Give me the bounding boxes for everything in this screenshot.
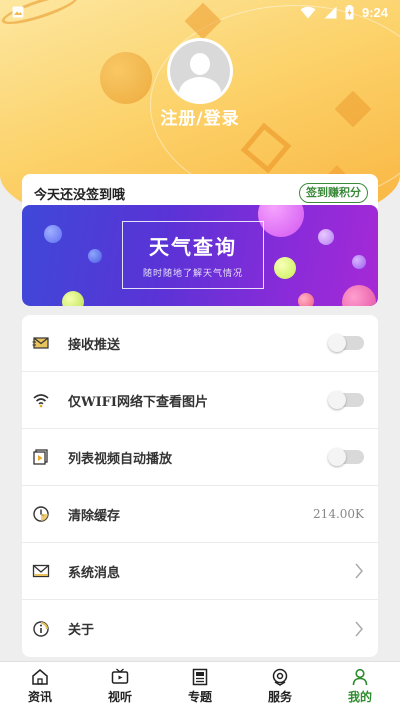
tab-topics[interactable]: 专题 <box>160 662 240 711</box>
tab-news[interactable]: 资讯 <box>0 662 80 711</box>
banner-title: 天气查询 <box>149 235 237 259</box>
wifi-status-icon <box>300 6 316 18</box>
setting-push[interactable]: 接收推送 <box>22 315 378 372</box>
settings-list: 接收推送 仅WIFI网络下查看图片 列表视频自动播放 清除缓存 214.00K … <box>22 315 378 657</box>
clock-icon <box>33 506 49 522</box>
setting-clear-cache[interactable]: 清除缓存 214.00K <box>22 486 378 543</box>
tab-label: 视听 <box>107 690 132 704</box>
tv-icon <box>111 668 129 684</box>
tab-media[interactable]: 视听 <box>80 662 160 711</box>
setting-label: 系统消息 <box>68 565 121 581</box>
setting-wifi-images[interactable]: 仅WIFI网络下查看图片 <box>22 372 378 429</box>
chevron-right-icon <box>355 621 363 636</box>
autoplay-toggle[interactable] <box>328 448 364 466</box>
envelope-icon <box>32 337 49 349</box>
tab-label: 资讯 <box>27 690 52 704</box>
setting-about[interactable]: 关于 <box>22 600 378 657</box>
checkin-button[interactable]: 签到赚积分 <box>299 183 368 203</box>
setting-label: 列表视频自动播放 <box>68 451 173 467</box>
service-icon <box>272 668 288 686</box>
tab-label: 我的 <box>347 690 372 704</box>
image-icon <box>12 6 24 18</box>
status-bar: 9:24 <box>0 0 400 24</box>
setting-label: 关于 <box>68 623 95 638</box>
chevron-right-icon <box>355 563 363 579</box>
bottom-nav: 资讯 视听 专题 服务 我的 <box>0 661 400 711</box>
mail-icon <box>32 564 50 578</box>
setting-autoplay[interactable]: 列表视频自动播放 <box>22 429 378 486</box>
wifi-images-toggle[interactable] <box>328 391 364 409</box>
push-toggle[interactable] <box>328 334 364 352</box>
status-time: 9:24 <box>361 4 388 20</box>
tab-services[interactable]: 服务 <box>240 662 320 711</box>
login-register-link[interactable]: 注册/登录 <box>0 104 400 129</box>
weather-banner[interactable]: 天气查询 随时随地了解天气情况 <box>22 205 378 306</box>
tab-label: 专题 <box>187 690 212 704</box>
checkin-title: 今天还没签到哦 <box>34 188 126 203</box>
home-icon <box>32 669 48 685</box>
banner-frame: 天气查询 随时随地了解天气情况 <box>122 221 264 289</box>
cache-size: 214.00K <box>313 507 364 521</box>
cellular-icon <box>324 6 337 18</box>
video-icon <box>33 449 48 465</box>
setting-label: 仅WIFI网络下查看图片 <box>68 394 208 410</box>
tab-mine[interactable]: 我的 <box>320 662 400 711</box>
avatar[interactable] <box>167 38 233 104</box>
banner-subtitle: 随时随地了解天气情况 <box>142 269 243 279</box>
info-icon <box>33 620 49 637</box>
user-icon <box>352 668 368 686</box>
setting-system-messages[interactable]: 系统消息 <box>22 543 378 600</box>
checkin-card: 今天还没签到哦 签到赚积分 天气查询 随时随地了解天气情况 <box>22 174 378 306</box>
wifi-icon <box>33 394 49 408</box>
setting-label: 清除缓存 <box>68 508 121 524</box>
battery-icon <box>345 4 354 19</box>
newspaper-icon <box>192 668 208 686</box>
setting-label: 接收推送 <box>68 337 121 353</box>
tab-label: 服务 <box>267 690 292 704</box>
